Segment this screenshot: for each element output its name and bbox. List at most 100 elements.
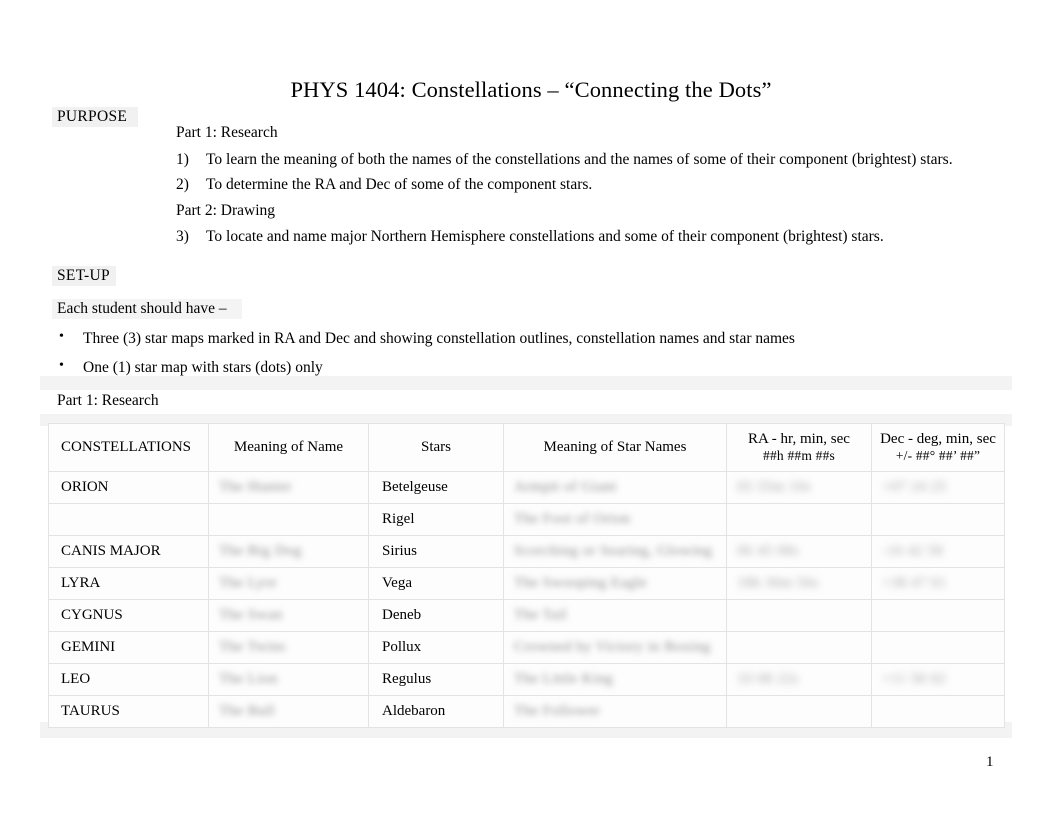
table-row: TAURUS The Bull Aldebaron The Follower	[48, 695, 1005, 728]
cell-meaning-of-name[interactable]: The Bull	[208, 695, 369, 728]
objective-text: To determine the RA and Dec of some of t…	[206, 176, 593, 193]
cell-meaning-of-name[interactable]: The Lion	[208, 663, 369, 696]
cell-meaning-of-name[interactable]: The Lyre	[208, 567, 369, 600]
page-title: PHYS 1404: Constellations – “Connecting …	[290, 77, 772, 103]
cell-constellation: LEO	[48, 663, 209, 696]
redacted-answer: The Twins	[219, 639, 286, 656]
list-item-label: Three (3) star maps marked in RA and Dec…	[83, 330, 795, 347]
redacted-answer: Scorching or Searing, Glowing	[514, 543, 713, 560]
table-row: Rigel The Foot of Orion	[48, 503, 1005, 536]
constellation-research-table: CONSTELLATIONS Meaning of Name Stars Mea…	[48, 423, 1005, 728]
purpose-body: Part 1: Research 1) To learn the meaning…	[176, 125, 1006, 255]
cell-meaning-of-name[interactable]: The Hunter	[208, 471, 369, 504]
cell-meaning-of-name[interactable]: The Twins	[208, 631, 369, 664]
cell-ra[interactable]	[726, 695, 872, 728]
cell-meaning-of-star-name[interactable]: Crowned by Victory in Boxing	[503, 631, 727, 664]
table-row: CYGNUS The Swan Deneb The Tail	[48, 599, 1005, 632]
redacted-answer: 05 55m 10s	[737, 479, 812, 496]
cell-star: Regulus	[368, 663, 504, 696]
column-header-ra-format: ##h ##m ##s	[763, 448, 835, 464]
cell-dec[interactable]: +38 47 01	[871, 567, 1005, 600]
cell-star: Pollux	[368, 631, 504, 664]
bullet-icon: •	[59, 358, 64, 373]
column-header-constellations: CONSTELLATIONS	[48, 423, 209, 472]
cell-meaning-of-star-name[interactable]: The Little King	[503, 663, 727, 696]
setup-lead-text: Each student should have –	[57, 300, 227, 317]
cell-star: Sirius	[368, 535, 504, 568]
column-header-ra: RA - hr, min, sec ##h ##m ##s	[726, 423, 872, 472]
cell-ra[interactable]: 06 45 08s	[726, 535, 872, 568]
redacted-answer: The Little King	[514, 671, 614, 688]
redacted-answer: The Swan	[219, 607, 283, 624]
redacted-answer: 06 45 08s	[737, 543, 799, 560]
cell-ra[interactable]: 05 55m 10s	[726, 471, 872, 504]
table-row: CANIS MAJOR The Big Dog Sirius Scorching…	[48, 535, 1005, 568]
cell-ra[interactable]	[726, 599, 872, 632]
cell-star: Rigel	[368, 503, 504, 536]
table-row: LYRA The Lyre Vega The Swooping Eagle 18…	[48, 567, 1005, 600]
column-header-meaning-of-name: Meaning of Name	[208, 423, 369, 472]
cell-ra[interactable]	[726, 503, 872, 536]
cell-constellation: CANIS MAJOR	[48, 535, 209, 568]
table-row: GEMINI The Twins Pollux Crowned by Victo…	[48, 631, 1005, 664]
objective-item: 1) To learn the meaning of both the name…	[176, 150, 1006, 168]
purpose-objectives-part2: 3) To locate and name major Northern Hem…	[176, 229, 1006, 245]
cell-ra[interactable]: 18h 36m 56s	[726, 567, 872, 600]
column-header-stars: Stars	[368, 423, 504, 472]
setup-heading: SET-UP	[57, 267, 110, 284]
cell-meaning-of-name[interactable]	[208, 503, 369, 536]
cell-dec[interactable]	[871, 631, 1005, 664]
list-item: • Three (3) star maps marked in RA and D…	[57, 329, 997, 348]
objective-marker: 2)	[176, 176, 189, 193]
cell-dec[interactable]	[871, 503, 1005, 536]
cell-dec[interactable]: -16 42 58	[871, 535, 1005, 568]
redacted-answer: -16 42 58	[882, 543, 944, 560]
redacted-answer: Armpit of Giant	[514, 479, 617, 496]
part1-section-label: Part 1: Research	[57, 392, 159, 409]
cell-constellation	[48, 503, 209, 536]
cell-dec[interactable]: +07 24 25	[871, 471, 1005, 504]
purpose-objectives-part1: 1) To learn the meaning of both the name…	[176, 150, 1006, 193]
redacted-answer: Crowned by Victory in Boxing	[514, 639, 711, 656]
redacted-answer: +38 47 01	[882, 575, 947, 592]
cell-dec[interactable]	[871, 599, 1005, 632]
objective-item: 2) To determine the RA and Dec of some o…	[176, 177, 1006, 193]
cell-meaning-of-star-name[interactable]: Scorching or Searing, Glowing	[503, 535, 727, 568]
redacted-answer: The Lion	[219, 671, 278, 688]
bullet-icon: •	[59, 329, 64, 344]
objective-marker: 3)	[176, 228, 189, 245]
redacted-answer: The Swooping Eagle	[514, 575, 648, 592]
cell-dec[interactable]: +11 58 02	[871, 663, 1005, 696]
cell-meaning-of-name[interactable]: The Swan	[208, 599, 369, 632]
redacted-answer: The Big Dog	[219, 543, 302, 560]
table-header-row: CONSTELLATIONS Meaning of Name Stars Mea…	[48, 423, 1005, 472]
cell-dec[interactable]	[871, 695, 1005, 728]
redacted-answer: +07 24 25	[882, 479, 947, 496]
column-header-meaning-of-star-names: Meaning of Star Names	[503, 423, 727, 472]
redacted-answer: The Lyre	[219, 575, 277, 592]
column-header-dec-format: +/- ##° ##’ ##”	[895, 448, 981, 464]
cell-constellation: ORION	[48, 471, 209, 504]
objective-text: To locate and name major Northern Hemisp…	[206, 228, 884, 245]
redacted-answer: The Tail	[514, 607, 568, 624]
cell-meaning-of-star-name[interactable]: The Swooping Eagle	[503, 567, 727, 600]
cell-meaning-of-name[interactable]: The Big Dog	[208, 535, 369, 568]
objective-item: 3) To locate and name major Northern Hem…	[176, 229, 1006, 245]
cell-constellation: CYGNUS	[48, 599, 209, 632]
cell-meaning-of-star-name[interactable]: Armpit of Giant	[503, 471, 727, 504]
column-header-dec: Dec - deg, min, sec +/- ##° ##’ ##”	[871, 423, 1005, 472]
cell-star: Deneb	[368, 599, 504, 632]
page-number: 1	[986, 754, 994, 770]
purpose-heading: PURPOSE	[57, 108, 128, 125]
cell-star: Betelgeuse	[368, 471, 504, 504]
cell-meaning-of-star-name[interactable]: The Foot of Orion	[503, 503, 727, 536]
cell-constellation: GEMINI	[48, 631, 209, 664]
cell-ra[interactable]: 10 08 22s	[726, 663, 872, 696]
redacted-answer: The Foot of Orion	[514, 511, 631, 528]
cell-meaning-of-star-name[interactable]: The Tail	[503, 599, 727, 632]
cell-star: Aldebaron	[368, 695, 504, 728]
cell-ra[interactable]	[726, 631, 872, 664]
objective-text: To learn the meaning of both the names o…	[206, 150, 953, 168]
redacted-answer: The Bull	[219, 703, 276, 720]
cell-meaning-of-star-name[interactable]: The Follower	[503, 695, 727, 728]
